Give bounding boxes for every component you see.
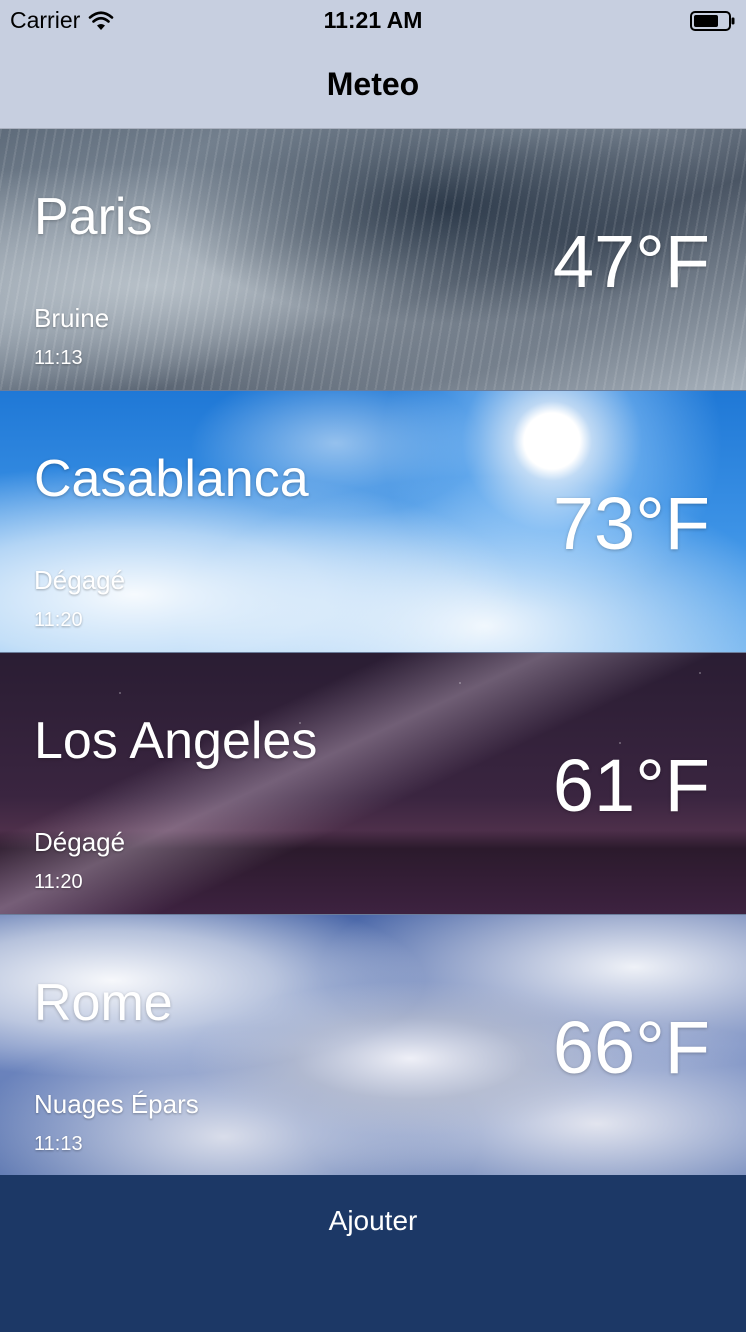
battery-icon: [690, 11, 735, 31]
city-row-paris[interactable]: Paris 47°F Bruine 11:13: [0, 129, 746, 391]
city-name: Casablanca: [34, 450, 309, 508]
city-name: Paris: [34, 188, 153, 246]
city-row-casablanca[interactable]: Casablanca 73°F Dégagé 11:20: [0, 391, 746, 653]
city-temperature: 47°F: [552, 220, 710, 303]
update-time: 11:13: [34, 347, 83, 369]
city-name: Los Angeles: [34, 712, 318, 770]
status-bar: Carrier 11:21 AM: [0, 0, 746, 40]
weather-condition: Bruine: [34, 303, 110, 333]
city-temperature: 73°F: [552, 482, 710, 565]
city-temperature: 66°F: [552, 1006, 710, 1089]
status-time: 11:21 AM: [323, 7, 423, 33]
weather-condition: Dégagé: [34, 565, 126, 595]
city-name: Rome: [34, 974, 173, 1032]
navigation-bar: Meteo: [0, 40, 746, 129]
city-row-los-angeles[interactable]: Los Angeles 61°F Dégagé 11:20: [0, 653, 746, 915]
city-list: Paris 47°F Bruine 11:13 Casablanca 73°F …: [0, 129, 746, 1177]
update-time: 11:13: [34, 1133, 83, 1155]
add-city-button[interactable]: Ajouter: [0, 1175, 746, 1267]
weather-condition: Nuages Épars: [34, 1089, 199, 1119]
city-temperature: 61°F: [552, 744, 710, 827]
update-time: 11:20: [34, 871, 83, 893]
footer-toolbar: Ajouter: [0, 1175, 746, 1332]
weather-condition: Dégagé: [34, 827, 126, 857]
city-row-rome[interactable]: Rome 66°F Nuages Épars 11:13: [0, 915, 746, 1177]
update-time: 11:20: [34, 609, 83, 631]
page-title: Meteo: [326, 66, 420, 102]
